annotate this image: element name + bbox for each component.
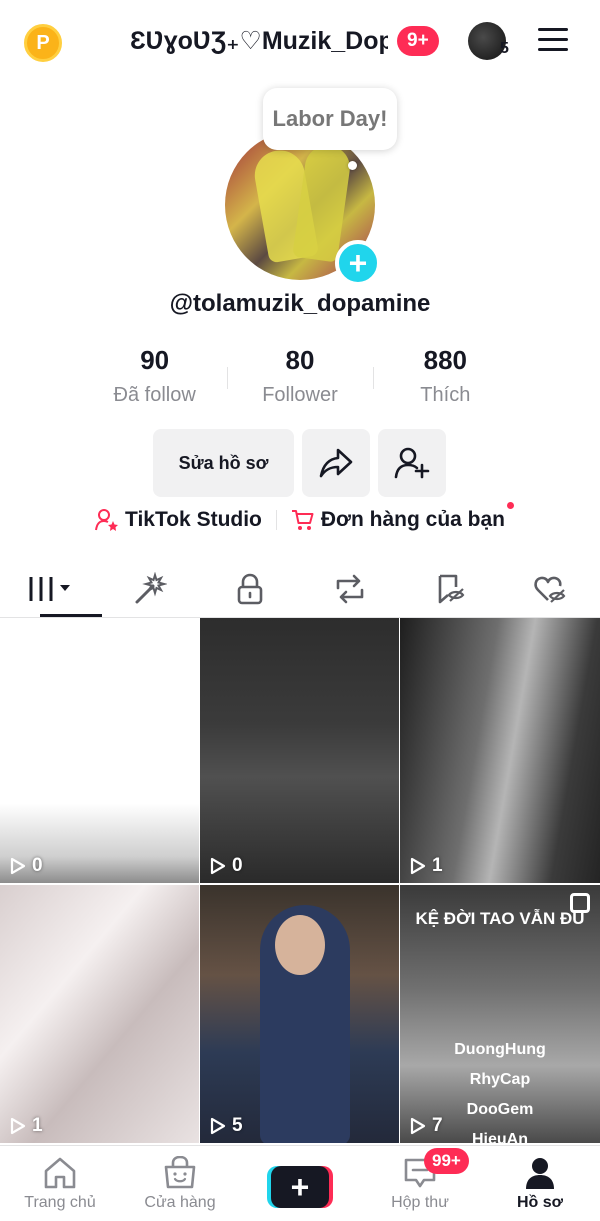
view-count-value: 1: [32, 1115, 43, 1136]
nav-inbox-label: Hộp thư: [391, 1194, 449, 1211]
view-count: 7: [410, 1115, 443, 1137]
stat-likes[interactable]: 880 Thích: [372, 345, 518, 407]
coin-symbol: P: [36, 31, 50, 54]
bubble-tail: [348, 161, 357, 170]
video-thumbnail[interactable]: 1: [400, 618, 600, 883]
orders-link[interactable]: Đơn hàng của bạn: [291, 502, 514, 532]
tab-saved[interactable]: [400, 560, 500, 617]
video-thumbnail[interactable]: 5: [200, 885, 399, 1143]
play-icon: [210, 1117, 226, 1135]
stat-value: 880: [423, 345, 468, 375]
play-icon: [410, 857, 426, 875]
repost-icon: [336, 574, 364, 603]
profile-actions: Sửa hồ sơ: [153, 429, 446, 497]
menu-icon[interactable]: [538, 28, 568, 54]
story-count: 5: [500, 40, 509, 57]
video-thumbnail[interactable]: 1: [0, 885, 199, 1143]
plus-icon: +: [271, 1166, 329, 1208]
bottom-navigation: Trang chủ Cửa hàng + Hộp thư 99+ Hồ sơ: [0, 1145, 600, 1221]
notification-badge[interactable]: 9+: [397, 26, 439, 56]
tab-videos[interactable]: [0, 560, 102, 617]
view-count-value: 0: [32, 855, 43, 876]
stat-value: 90: [140, 345, 170, 375]
cart-icon: [291, 510, 314, 530]
nav-profile-label: Hồ sơ: [516, 1194, 564, 1211]
nav-home-label: Trang chủ: [24, 1194, 96, 1211]
play-icon: [10, 1117, 26, 1135]
video-thumbnail[interactable]: 0: [200, 618, 399, 883]
tab-liked[interactable]: [500, 560, 600, 617]
tiktok-studio-label: TikTok Studio: [125, 508, 262, 531]
video-thumbnail[interactable]: 0: [0, 618, 199, 883]
thumbnail-name: RhyCap: [469, 1071, 531, 1088]
profile-avatar[interactable]: +: [225, 130, 381, 286]
create-button[interactable]: +: [267, 1166, 333, 1208]
tab-reposts[interactable]: [300, 560, 400, 617]
profile-stats: 90 Đã follow 80 Follower 880 Thích: [82, 345, 518, 407]
nav-inbox[interactable]: Hộp thư 99+: [360, 1146, 480, 1221]
view-count: 0: [10, 855, 43, 877]
view-count: 1: [410, 855, 443, 877]
add-friend-button[interactable]: [378, 429, 446, 497]
video-grid: 0 0 1 1 5 KỆ ĐỜI TAO VẪN ĐU DuongHung Rh…: [0, 618, 600, 1143]
tab-effects[interactable]: [100, 560, 200, 617]
add-user-icon: [394, 447, 430, 479]
shopping-bag-icon: [164, 1156, 196, 1189]
add-story-button[interactable]: +: [335, 240, 381, 286]
view-count: 1: [10, 1115, 43, 1137]
view-count-value: 5: [232, 1115, 243, 1136]
nav-profile[interactable]: Hồ sơ: [480, 1146, 600, 1221]
top-bar: P ƐƲɣoƲƷ₊♡Muzik_Dop... 9+ 5: [0, 0, 600, 84]
coin-icon[interactable]: P: [24, 24, 62, 62]
heart-hidden-icon: [534, 576, 566, 603]
view-count-value: 0: [232, 855, 243, 876]
thumbnail-caption: KỆ ĐỜI TAO VẪN ĐU: [415, 909, 585, 928]
nav-shop-label: Cửa hàng: [144, 1194, 216, 1211]
edit-profile-button[interactable]: Sửa hồ sơ: [153, 429, 294, 497]
nav-create[interactable]: +: [240, 1146, 360, 1221]
tab-private[interactable]: [200, 560, 300, 617]
stat-label: Follower: [262, 384, 338, 406]
profile-icon: [526, 1158, 554, 1189]
magic-wand-icon: [135, 571, 167, 603]
lock-icon: [237, 573, 263, 604]
play-icon: [210, 857, 226, 875]
stat-following[interactable]: 90 Đã follow: [82, 345, 227, 407]
tiktok-studio-link[interactable]: TikTok Studio: [95, 508, 262, 532]
view-count: 5: [210, 1115, 243, 1137]
profile-handle: @tolamuzik_dopamine: [169, 290, 431, 317]
grid-icon: [29, 576, 70, 601]
home-icon: [44, 1157, 76, 1189]
view-count: 0: [210, 855, 243, 877]
video-thumbnail[interactable]: KỆ ĐỜI TAO VẪN ĐU DuongHung RhyCap DooGe…: [400, 885, 600, 1143]
stat-followers[interactable]: 80 Follower: [227, 345, 372, 407]
nav-shop[interactable]: Cửa hàng: [120, 1146, 240, 1221]
orders-notification-dot: [507, 502, 514, 509]
thumbnail-figure-head: [275, 915, 325, 975]
profile-links: TikTok Studio Đơn hàng của bạn: [0, 502, 600, 532]
view-count-value: 1: [432, 855, 443, 876]
profile-name-dropdown[interactable]: ƐƲɣoƲƷ₊♡Muzik_Dop...: [130, 26, 388, 56]
share-profile-button[interactable]: [302, 429, 370, 497]
orders-label: Đơn hàng của bạn: [320, 508, 505, 531]
share-icon: [319, 448, 353, 478]
stat-value: 80: [285, 345, 315, 375]
inbox-badge: 99+: [424, 1148, 469, 1174]
bookmark-hidden-icon: [438, 574, 465, 603]
studio-user-icon: [95, 509, 118, 531]
stat-label: Thích: [420, 384, 471, 406]
play-icon: [410, 1117, 426, 1135]
status-bubble[interactable]: Labor Day!: [263, 88, 397, 150]
play-icon: [10, 857, 26, 875]
nav-home[interactable]: Trang chủ: [0, 1146, 120, 1221]
view-count-value: 7: [432, 1115, 443, 1136]
thumbnail-name: DuongHung: [454, 1041, 546, 1058]
links-divider: [275, 510, 277, 530]
content-tabs: [0, 560, 600, 618]
stat-label: Đã follow: [113, 384, 196, 406]
